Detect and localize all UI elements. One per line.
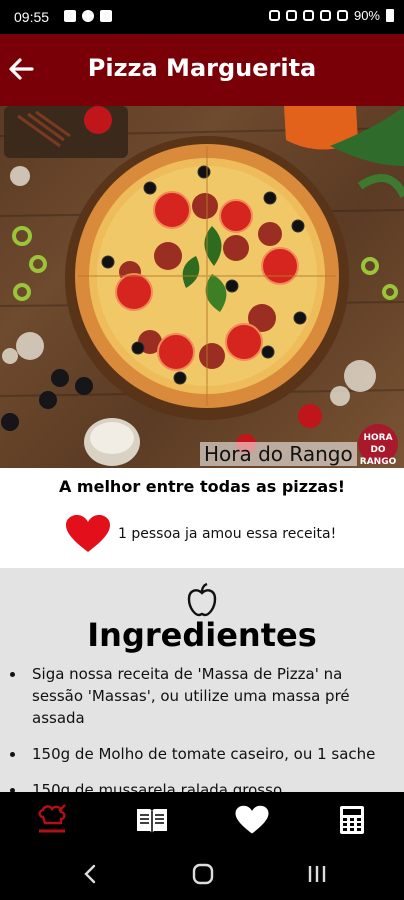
- signal-icon: [336, 10, 348, 21]
- list-item: 150g de Molho de tomate caseiro, ou 1 sa…: [10, 743, 404, 765]
- nav-item-recipes[interactable]: [32, 802, 72, 838]
- apple-icon: [187, 583, 217, 617]
- notification-a-icon: [82, 10, 94, 22]
- recipe-image: Hora do Rango HORA DO RANGO: [0, 106, 404, 468]
- nav-item-book[interactable]: [132, 802, 172, 838]
- bluetooth-icon: [285, 10, 297, 21]
- battery-icon: [386, 9, 394, 22]
- notification-icons: [64, 10, 112, 22]
- pizza-illustration: [0, 106, 404, 466]
- likes-count-text: 1 pessoa ja amou essa receita!: [118, 526, 337, 542]
- ingredients-section: Ingredientes Siga nossa receita de 'Mass…: [0, 568, 404, 799]
- heart-like-icon[interactable]: [64, 514, 112, 554]
- recipe-book-icon: [137, 809, 167, 833]
- hero-caption: Hora do Rango: [200, 442, 357, 466]
- heart-icon: [235, 805, 269, 834]
- nav-item-calculator[interactable]: [332, 802, 372, 838]
- wifi-icon: [319, 10, 331, 21]
- chef-hat-icon: [38, 804, 66, 833]
- mute-icon: [302, 10, 314, 21]
- recipe-subtitle: A melhor entre todas as pizzas!: [58, 477, 346, 496]
- system-icons: 90%: [268, 8, 394, 23]
- status-bar: 09:55 90%: [0, 0, 404, 34]
- gallery-icon: [64, 10, 76, 22]
- likes-row: 1 pessoa ja amou essa receita!: [64, 514, 336, 554]
- page-title: Pizza Marguerita: [87, 54, 317, 82]
- nav-item-favorites[interactable]: [232, 802, 272, 838]
- system-nav-bar: [0, 848, 404, 900]
- list-item: Siga nossa receita de 'Massa de Pizza' n…: [10, 663, 404, 729]
- status-time: 09:55: [14, 9, 50, 25]
- brand-logo: HORA DO RANGO: [358, 424, 398, 467]
- notification-app-icon: [100, 10, 112, 22]
- ingredients-heading: Ingredientes: [87, 616, 317, 654]
- app-bar: Pizza Marguerita: [0, 34, 404, 106]
- calculator-icon: [340, 806, 364, 834]
- alarm-icon: [268, 10, 280, 21]
- battery-percent: 90%: [353, 8, 380, 23]
- system-recents-icon[interactable]: [302, 862, 332, 886]
- system-back-icon[interactable]: [76, 862, 106, 886]
- bottom-nav: [0, 792, 404, 848]
- system-home-icon[interactable]: [188, 862, 218, 886]
